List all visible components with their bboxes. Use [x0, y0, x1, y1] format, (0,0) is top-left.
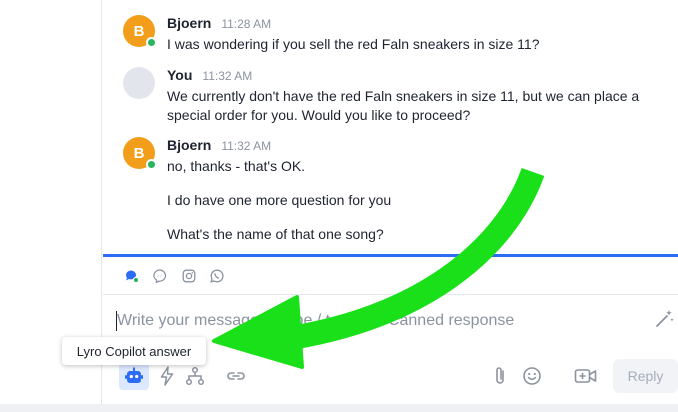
lyro-copilot-button[interactable]	[119, 362, 149, 390]
online-status-dot	[146, 159, 157, 170]
avatar	[123, 67, 155, 99]
emoji-button[interactable]	[520, 364, 544, 388]
emoji-icon	[523, 367, 541, 385]
online-status-dot	[146, 37, 157, 48]
flow-icon	[185, 366, 205, 386]
lyro-tooltip: Lyro Copilot answer	[62, 337, 206, 365]
livechat-icon[interactable]	[125, 269, 139, 283]
message-time: 11:32 AM	[221, 139, 272, 153]
message-text: What's the name of that one song?	[167, 226, 384, 242]
message-text: I do have one more question for you	[167, 192, 392, 208]
video-call-button[interactable]	[573, 364, 599, 388]
messenger-icon[interactable]	[153, 269, 167, 283]
attach-file-button[interactable]	[489, 364, 511, 388]
lightning-icon	[160, 366, 174, 386]
avatar-letter: B	[133, 144, 145, 162]
instagram-icon[interactable]	[182, 269, 196, 283]
message-input[interactable]	[117, 310, 637, 332]
message: You 11:32 AM We currently don't have the…	[123, 67, 663, 127]
link-icon	[227, 372, 245, 380]
message-author: You	[167, 67, 193, 83]
magic-wand-icon[interactable]	[653, 308, 675, 330]
message-text: I was wondering if you sell the red Faln…	[167, 36, 540, 52]
message-author: Bjoern	[167, 137, 212, 153]
message-author: Bjoern	[167, 15, 212, 31]
message: B Bjoern 11:32 AM no, thanks - that's OK…	[123, 137, 663, 247]
avatar[interactable]: B	[123, 137, 157, 170]
message-text: We currently don't have the red Faln sne…	[167, 88, 640, 123]
flows-button[interactable]	[183, 364, 207, 388]
message-text: no, thanks - that's OK.	[167, 158, 306, 174]
canned-responses-button[interactable]	[155, 364, 179, 388]
chat-area: B Bjoern 11:28 AM I was wondering if you…	[103, 0, 678, 257]
video-icon	[574, 369, 597, 383]
message-time: 11:28 AM	[221, 17, 272, 31]
message: B Bjoern 11:28 AM I was wondering if you…	[123, 15, 663, 60]
message-time: 11:32 AM	[202, 69, 253, 83]
bottom-bar	[0, 404, 678, 412]
avatar[interactable]: B	[123, 15, 157, 48]
channel-selector	[103, 257, 678, 295]
whatsapp-icon[interactable]	[210, 269, 224, 283]
avatar-letter: B	[133, 22, 145, 40]
paperclip-icon	[496, 367, 504, 384]
text-cursor	[116, 311, 117, 331]
lyro-bot-icon	[125, 367, 143, 383]
insert-link-button[interactable]	[224, 364, 248, 388]
reply-button[interactable]: Reply	[613, 359, 678, 393]
